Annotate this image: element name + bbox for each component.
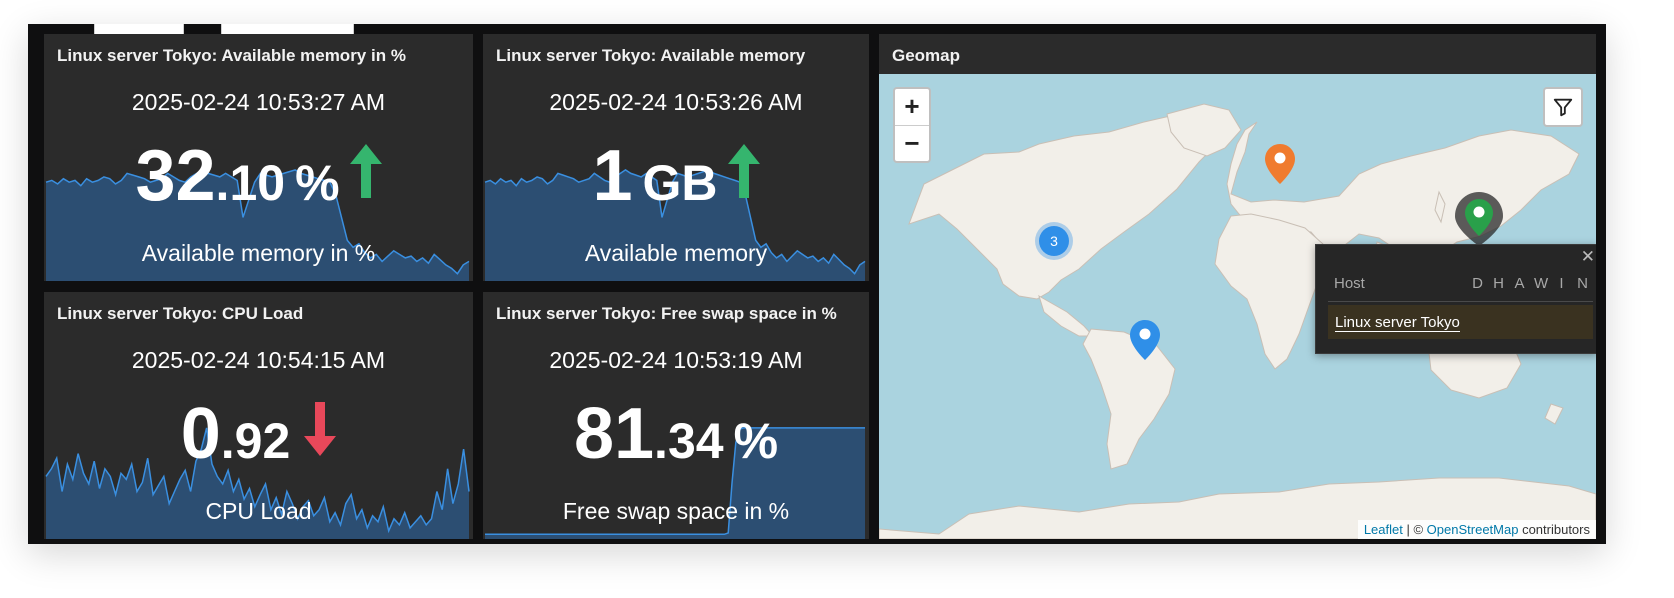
item-value-widget[interactable]: Linux server Tokyo: Free swap space in %… (483, 292, 869, 539)
widget-timestamp: 2025-02-24 10:54:15 AM (131, 347, 386, 373)
widget-description: Free swap space in % (562, 498, 790, 524)
map-attribution: Leaflet | © OpenStreetMap contributors (1357, 520, 1596, 539)
zoom-control: + − (893, 87, 931, 163)
trend-up-icon (727, 144, 760, 202)
severity-column-warning: W (1534, 275, 1549, 292)
zoom-out-button[interactable]: − (895, 125, 929, 161)
widget-value: 0.92 (44, 398, 473, 470)
severity-column-high: H (1493, 275, 1504, 292)
widget-value: 32.10% (44, 140, 473, 212)
map-marker-brazil[interactable] (1130, 320, 1160, 360)
filter-icon (1553, 98, 1573, 117)
host-link[interactable]: Linux server Tokyo (1335, 314, 1460, 332)
marker-cluster-count: 3 (1039, 226, 1069, 256)
world-map[interactable]: 3 + − ✕ Host D H A W I N Linux server To… (879, 74, 1596, 539)
widget-timestamp: 2025-02-24 10:53:26 AM (549, 89, 803, 115)
value-unit: % (295, 155, 340, 211)
value-integer: 32 (135, 136, 216, 216)
attribution-separator: | © (1402, 522, 1427, 537)
widget-description: CPU Load (205, 498, 312, 524)
map-marker-tokyo[interactable] (1455, 192, 1503, 246)
widget-timestamp: 2025-02-24 10:53:19 AM (549, 347, 803, 373)
widget-description: Available memory (584, 240, 768, 266)
popup-divider (1328, 301, 1593, 302)
geomap-widget: Geomap 3 + − ✕ Host D H A W I N Linux se… (879, 34, 1596, 539)
value-decimal: .34 (654, 413, 724, 469)
dashboard: Linux server Tokyo: Available memory in … (28, 24, 1606, 544)
table-row: Linux server Tokyo (1328, 305, 1593, 339)
widget-title: Linux server Tokyo: Free swap space in % (496, 304, 837, 323)
host-popup: ✕ Host D H A W I N Linux server Tokyo (1315, 244, 1596, 354)
widget-title: Linux server Tokyo: Available memory in … (57, 46, 406, 65)
item-value-widget[interactable]: Linux server Tokyo: CPU Load 2025-02-24 … (44, 292, 473, 539)
widget-title: Geomap (892, 46, 961, 65)
value-decimal: .92 (220, 413, 291, 469)
map-pin-icon (1265, 144, 1295, 184)
marker-cluster[interactable]: 3 (1035, 222, 1073, 260)
close-icon[interactable]: ✕ (1581, 247, 1595, 267)
widget-timestamp: 2025-02-24 10:53:27 AM (131, 89, 386, 115)
trend-down-icon (304, 402, 337, 460)
zoom-in-button[interactable]: + (895, 89, 929, 125)
map-pin-selected-icon (1455, 192, 1503, 246)
filter-button[interactable] (1543, 87, 1583, 127)
popup-table-header: Host D H A W I N (1334, 275, 1589, 292)
trend-up-icon (349, 144, 382, 202)
severity-column-average: A (1514, 275, 1525, 292)
attribution-suffix: contributors (1518, 522, 1590, 537)
widget-description: Available memory in % (141, 240, 376, 266)
value-unit: GB (642, 155, 718, 211)
value-integer: 81 (573, 394, 655, 474)
item-value-widget[interactable]: Linux server Tokyo: Available memory 202… (483, 34, 869, 281)
leaflet-link[interactable]: Leaflet (1364, 522, 1403, 537)
severity-column-not-classified: N (1577, 275, 1588, 292)
column-host: Host (1334, 275, 1365, 292)
osm-link[interactable]: OpenStreetMap (1427, 522, 1519, 537)
severity-column-disaster: D (1472, 275, 1483, 292)
map-pin-icon (1130, 320, 1160, 360)
item-value-widget[interactable]: Linux server Tokyo: Available memory in … (44, 34, 473, 281)
value-unit: % (733, 413, 779, 469)
widget-title: Linux server Tokyo: Available memory (496, 46, 806, 65)
map-marker-europe[interactable] (1265, 144, 1295, 184)
widget-value: 1 GB (483, 140, 869, 212)
value-integer: 1 (592, 136, 633, 216)
value-decimal: .10 (215, 155, 286, 211)
widget-value: 81.34% (483, 398, 869, 470)
severity-column-information: I (1559, 275, 1564, 292)
widget-title: Linux server Tokyo: CPU Load (57, 304, 304, 323)
value-integer: 0 (180, 394, 221, 474)
